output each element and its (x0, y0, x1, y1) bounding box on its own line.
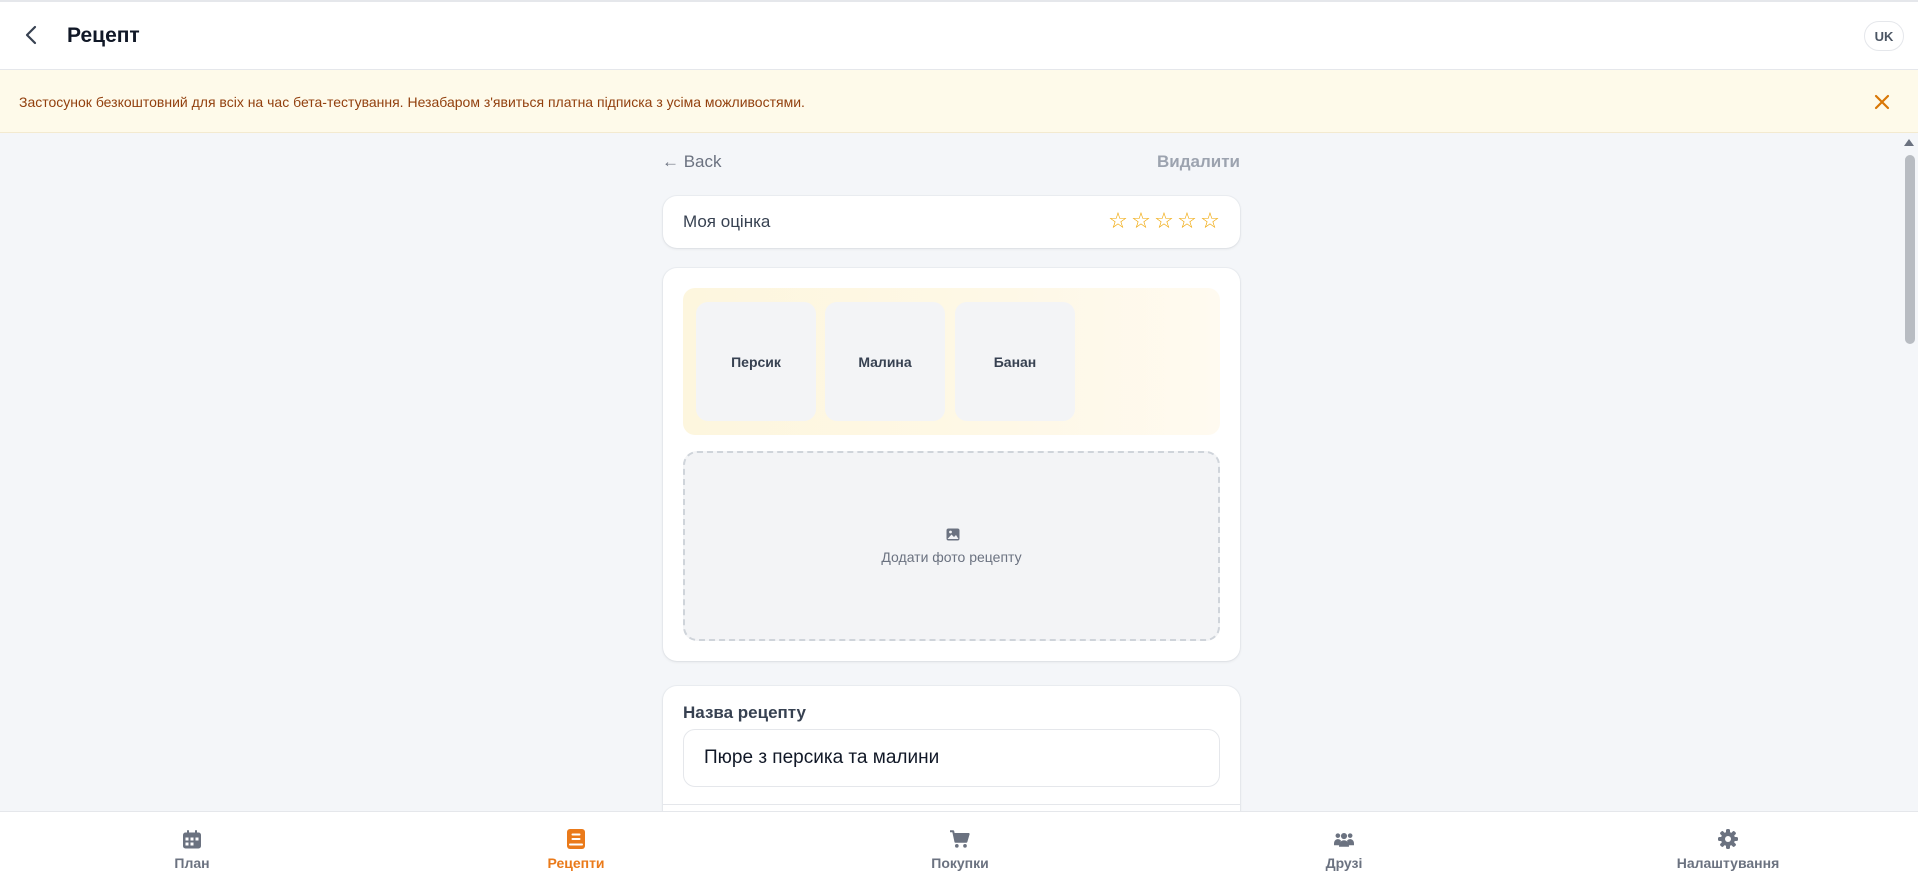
page-title: Рецепт (67, 24, 140, 47)
nav-item-plan[interactable]: План (112, 812, 272, 884)
rating-label: Моя оцінка (683, 212, 771, 231)
nav-label: Друзі (1325, 855, 1363, 871)
add-photo-label: Додати фото рецепту (881, 549, 1022, 565)
header-back-button[interactable] (16, 20, 46, 50)
rating-card: Моя оцінка ☆ ☆ ☆ ☆ ☆ (663, 196, 1240, 248)
gear-icon (1718, 829, 1738, 849)
close-icon (1874, 94, 1890, 110)
ingredients-strip: Персик Малина Банан (683, 288, 1220, 435)
image-icon (946, 528, 960, 541)
chevron-left-icon (25, 25, 37, 45)
star-1-icon[interactable]: ☆ (1108, 209, 1128, 233)
banner-close-button[interactable] (1870, 90, 1894, 114)
star-5-icon[interactable]: ☆ (1200, 209, 1220, 233)
beta-banner: Застосунок безкоштовний для всіх на час … (0, 70, 1918, 133)
star-4-icon[interactable]: ☆ (1177, 209, 1197, 233)
nav-item-recipes[interactable]: Рецепти (496, 812, 656, 884)
nav-label: План (174, 855, 210, 871)
bottom-nav: План Рецепти Покупки Друзі Налаштування (0, 811, 1918, 884)
app-header: Рецепт UK (0, 0, 1918, 70)
nav-item-friends[interactable]: Друзі (1264, 812, 1424, 884)
rating-stars: ☆ ☆ ☆ ☆ ☆ (1108, 209, 1220, 233)
add-photo-dropzone[interactable]: Додати фото рецепту (683, 451, 1220, 641)
star-3-icon[interactable]: ☆ (1154, 209, 1174, 233)
recipe-name-label: Назва рецепту (683, 703, 807, 722)
cart-icon (950, 830, 970, 848)
back-link[interactable]: ← Back (662, 152, 722, 172)
recipe-name-card: Назва рецепту (663, 686, 1240, 826)
star-2-icon[interactable]: ☆ (1131, 209, 1151, 233)
ingredient-tile[interactable]: Малина (825, 302, 945, 421)
ingredient-tile[interactable]: Персик (696, 302, 816, 421)
language-switcher[interactable]: UK (1864, 21, 1904, 51)
nav-label: Покупки (931, 855, 989, 871)
delete-recipe-button[interactable]: Видалити (1157, 152, 1240, 172)
scrollbar-thumb[interactable] (1905, 155, 1915, 344)
scroll-up-arrow-icon[interactable] (1904, 139, 1914, 146)
calendar-icon (183, 829, 201, 848)
media-card: Персик Малина Банан Додати фото рецепту (663, 268, 1240, 661)
nav-label: Налаштування (1676, 855, 1780, 871)
nav-label: Рецепти (547, 855, 605, 871)
ingredient-tile[interactable]: Банан (955, 302, 1075, 421)
nav-item-settings[interactable]: Налаштування (1648, 812, 1808, 884)
divider (663, 804, 1240, 805)
nav-item-shopping[interactable]: Покупки (880, 812, 1040, 884)
users-icon (1334, 832, 1354, 847)
banner-text: Застосунок безкоштовний для всіх на час … (19, 94, 805, 110)
book-icon (567, 829, 585, 849)
recipe-actions: ← Back Видалити (662, 152, 1240, 176)
recipe-name-input[interactable] (683, 729, 1220, 787)
